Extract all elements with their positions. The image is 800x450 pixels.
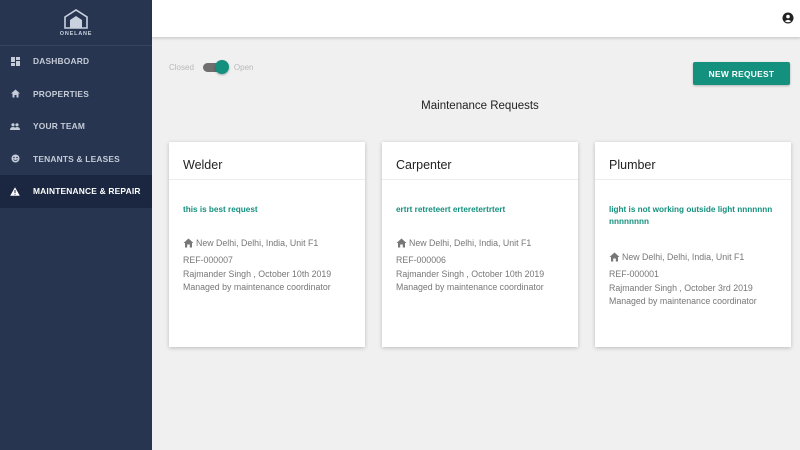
sidebar-item-label: TENANTS & LEASES: [33, 153, 120, 164]
sidebar-item-label: DASHBOARD: [33, 56, 90, 67]
sidebar-item-label: PROPERTIES: [33, 88, 89, 99]
created-by: Rajmander Singh , October 3rd 2019: [609, 282, 753, 293]
new-request-button[interactable]: NEW REQUEST: [693, 62, 790, 85]
sidebar: ONELANE DASHBOARD PROPERTIES YOUR TEAM T…: [0, 0, 152, 450]
top-bar: [152, 0, 800, 38]
ref-number: REF-000007: [183, 255, 233, 265]
managed-by: Managed by maintenance coordinator: [183, 282, 331, 292]
managed-by: Managed by maintenance coordinator: [609, 296, 757, 306]
card-meta: REF-000007 Rajmander Singh , October 10t…: [183, 254, 351, 295]
toggle-label-closed: Closed: [169, 62, 194, 72]
location-text: New Delhi, Delhi, India, Unit F1: [196, 238, 319, 248]
brand-name: ONELANE: [59, 30, 93, 37]
created-by: Rajmander Singh , October 10th 2019: [183, 268, 332, 279]
ref-number: REF-000001: [609, 269, 659, 279]
sidebar-item-properties[interactable]: PROPERTIES: [0, 78, 152, 111]
created-by: Rajmander Singh , October 10th 2019: [396, 268, 545, 279]
home-icon: [609, 252, 620, 262]
sidebar-item-dashboard[interactable]: DASHBOARD: [0, 45, 152, 78]
card-location: New Delhi, Delhi, India, Unit F1: [183, 238, 351, 248]
request-card[interactable]: Carpenter ertrt retreteert erteretertrte…: [382, 142, 578, 347]
open-closed-toggle[interactable]: [201, 60, 229, 74]
account-icon[interactable]: [782, 11, 794, 24]
home-icon: [183, 238, 194, 248]
location-text: New Delhi, Delhi, India, Unit F1: [409, 238, 532, 248]
toggle-knob: [214, 60, 229, 74]
card-title: Plumber: [595, 142, 791, 180]
card-title: Carpenter: [382, 142, 578, 180]
page-title: Maintenance Requests: [421, 100, 539, 112]
card-description[interactable]: this is best request: [183, 204, 351, 216]
sidebar-item-label: YOUR TEAM: [33, 121, 86, 132]
home-icon: [10, 89, 20, 99]
sidebar-item-tenants-leases[interactable]: TENANTS & LEASES: [0, 143, 152, 176]
toggle-label-open: Open: [233, 62, 254, 72]
card-location: New Delhi, Delhi, India, Unit F1: [396, 238, 564, 248]
warning-icon: [10, 186, 20, 196]
request-card[interactable]: Welder this is best request New Delhi, D…: [169, 142, 365, 347]
location-text: New Delhi, Delhi, India, Unit F1: [622, 252, 745, 262]
card-meta: REF-000006 Rajmander Singh , October 10t…: [396, 254, 564, 295]
tenants-icon: [10, 154, 20, 164]
ref-number: REF-000006: [396, 255, 446, 265]
request-card[interactable]: Plumber light is not working outside lig…: [595, 142, 791, 347]
managed-by: Managed by maintenance coordinator: [396, 282, 544, 292]
card-meta: REF-000001 Rajmander Singh , October 3rd…: [609, 268, 777, 309]
brand-logo[interactable]: ONELANE: [0, 0, 152, 46]
card-location: New Delhi, Delhi, India, Unit F1: [609, 252, 777, 262]
home-icon: [396, 238, 407, 248]
team-icon: [10, 121, 20, 131]
status-filter: Closed Open: [169, 60, 254, 74]
sidebar-item-maintenance-repair[interactable]: MAINTENANCE & REPAIR: [0, 175, 152, 208]
sidebar-item-your-team[interactable]: YOUR TEAM: [0, 110, 152, 143]
card-description[interactable]: light is not working outside light nnnnn…: [609, 204, 777, 228]
dashboard-icon: [10, 56, 20, 66]
house-logo-icon: [64, 8, 88, 29]
card-title: Welder: [169, 142, 365, 180]
sidebar-item-label: MAINTENANCE & REPAIR: [33, 186, 141, 197]
card-description[interactable]: ertrt retreteert erteretertrtert: [396, 204, 564, 216]
